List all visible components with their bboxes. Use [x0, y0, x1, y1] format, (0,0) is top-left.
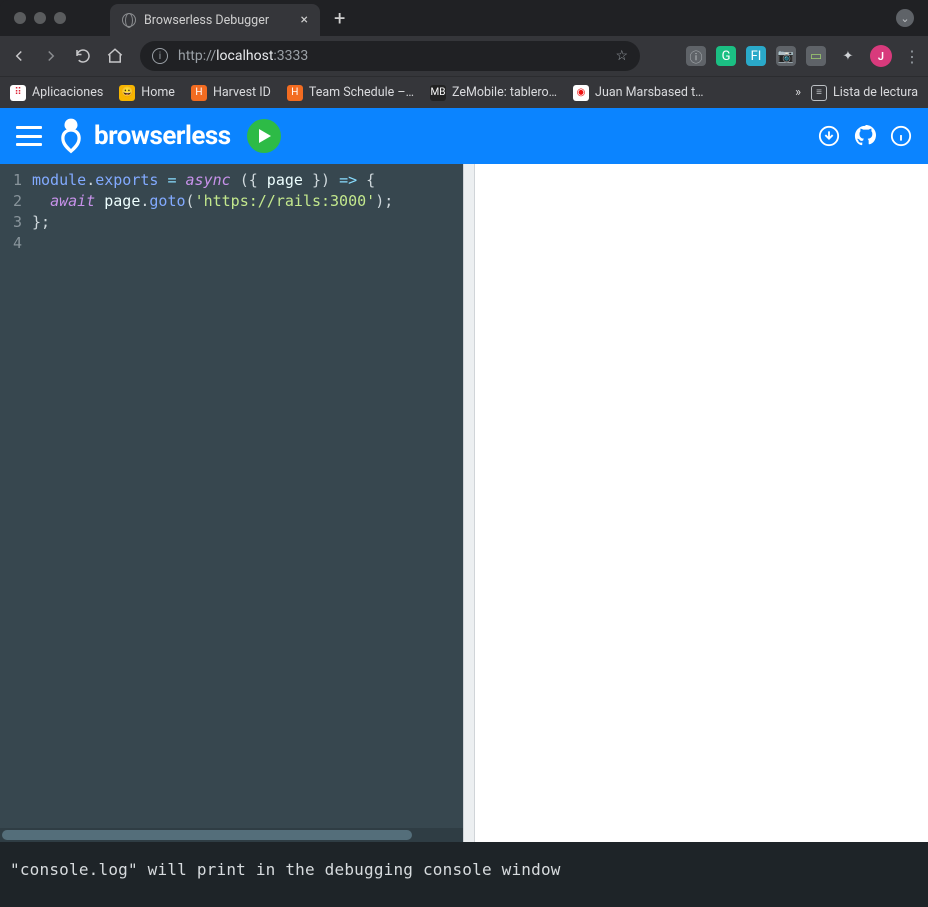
- bookmarks-bar: ⠿ Aplicaciones 😀 Home H Harvest ID H Team Sched…: [0, 76, 928, 108]
- extension-icon[interactable]: FI: [746, 46, 766, 66]
- chevron-down-icon[interactable]: ⌄: [896, 9, 914, 27]
- app-header: browserless: [0, 108, 928, 164]
- extension-icon[interactable]: ⓘ: [686, 46, 706, 66]
- bookmark-label: Home: [141, 85, 175, 100]
- browser-tabstrip: Browserless Debugger × + ⌄: [0, 0, 928, 36]
- bookmark-label: Team Schedule –…: [309, 85, 414, 100]
- tabs: Browserless Debugger × +: [110, 0, 345, 36]
- window-minimize-icon[interactable]: [34, 12, 46, 24]
- reload-button[interactable]: [72, 45, 94, 67]
- debug-console: "console.log" will print in the debuggin…: [0, 842, 928, 907]
- bookmark-item[interactable]: H Team Schedule –…: [287, 85, 414, 101]
- extension-icon[interactable]: ▭: [806, 46, 826, 66]
- play-icon: [258, 129, 272, 143]
- back-button[interactable]: [8, 45, 30, 67]
- code-editor-panel: 1234 module.exports = async ({ page }) =…: [0, 164, 463, 842]
- toolbar-right: ⓘ G FI 📷 ▭ ✦ J ⋮: [686, 45, 920, 67]
- brand-name: browserless: [94, 121, 231, 151]
- console-message: "console.log" will print in the debuggin…: [10, 860, 561, 879]
- bookmark-label: Aplicaciones: [32, 85, 103, 100]
- header-actions: [818, 125, 912, 147]
- preview-panel: [475, 164, 928, 842]
- bookmark-favicon-icon: H: [191, 85, 207, 101]
- address-bar[interactable]: i http://localhost:3333 ☆: [140, 41, 640, 71]
- reading-list-icon: ≡: [811, 85, 827, 101]
- bookmark-item[interactable]: ⠿ Aplicaciones: [10, 85, 103, 101]
- window-zoom-icon[interactable]: [54, 12, 66, 24]
- profile-avatar[interactable]: J: [870, 45, 892, 67]
- window-controls: [0, 12, 80, 24]
- run-button[interactable]: [247, 119, 281, 153]
- browserless-logo-icon: [58, 118, 84, 154]
- reading-list-button[interactable]: ≡ Lista de lectura: [811, 85, 918, 101]
- bookmark-favicon-icon: H: [287, 85, 303, 101]
- bookmark-label: Juan Marsbased t…: [595, 85, 704, 100]
- url-text: http://localhost:3333: [178, 48, 605, 64]
- tab-title: Browserless Debugger: [144, 13, 269, 28]
- split-handle[interactable]: [463, 164, 475, 842]
- info-icon[interactable]: [890, 125, 912, 147]
- reading-list-label: Lista de lectura: [833, 85, 918, 100]
- menu-button[interactable]: [16, 126, 42, 146]
- bookmark-favicon-icon: ⠿: [10, 85, 26, 101]
- bookmark-star-icon[interactable]: ☆: [615, 48, 628, 64]
- site-info-icon[interactable]: i: [152, 48, 168, 64]
- bookmark-label: ZeMobile: tablero…: [452, 85, 557, 100]
- bookmarks-overflow-button[interactable]: »: [795, 85, 801, 100]
- browser-toolbar: i http://localhost:3333 ☆ ⓘ G FI 📷 ▭ ✦ J ⋮: [0, 36, 928, 76]
- extension-icon[interactable]: 📷: [776, 46, 796, 66]
- bookmark-item[interactable]: MB ZeMobile: tablero…: [430, 85, 557, 101]
- chrome-menu-button[interactable]: ⋮: [904, 47, 920, 66]
- content-area: 1234 module.exports = async ({ page }) =…: [0, 164, 928, 842]
- window-close-icon[interactable]: [14, 12, 26, 24]
- bookmark-item[interactable]: ◉ Juan Marsbased t…: [573, 85, 704, 101]
- github-icon[interactable]: [854, 125, 876, 147]
- scrollbar-thumb[interactable]: [2, 830, 412, 840]
- tab-active[interactable]: Browserless Debugger ×: [110, 4, 320, 36]
- app-logo: browserless: [58, 118, 231, 154]
- editor-horizontal-scrollbar[interactable]: [0, 828, 463, 842]
- extensions-puzzle-icon[interactable]: ✦: [838, 46, 858, 66]
- globe-icon: [122, 13, 136, 27]
- line-gutter: 1234: [0, 170, 28, 822]
- bookmark-favicon-icon: MB: [430, 85, 446, 101]
- forward-button[interactable]: [40, 45, 62, 67]
- new-tab-button[interactable]: +: [334, 6, 345, 30]
- tab-close-button[interactable]: ×: [301, 12, 308, 28]
- bookmark-favicon-icon: 😀: [119, 85, 135, 101]
- bookmark-item[interactable]: 😀 Home: [119, 85, 175, 101]
- home-button[interactable]: [104, 45, 126, 67]
- bookmark-favicon-icon: ◉: [573, 85, 589, 101]
- bookmark-item[interactable]: H Harvest ID: [191, 85, 271, 101]
- code-editor[interactable]: 1234 module.exports = async ({ page }) =…: [0, 164, 463, 828]
- bookmark-label: Harvest ID: [213, 85, 271, 100]
- code-content[interactable]: module.exports = async ({ page }) => { a…: [28, 170, 463, 822]
- download-icon[interactable]: [818, 125, 840, 147]
- extension-icon[interactable]: G: [716, 46, 736, 66]
